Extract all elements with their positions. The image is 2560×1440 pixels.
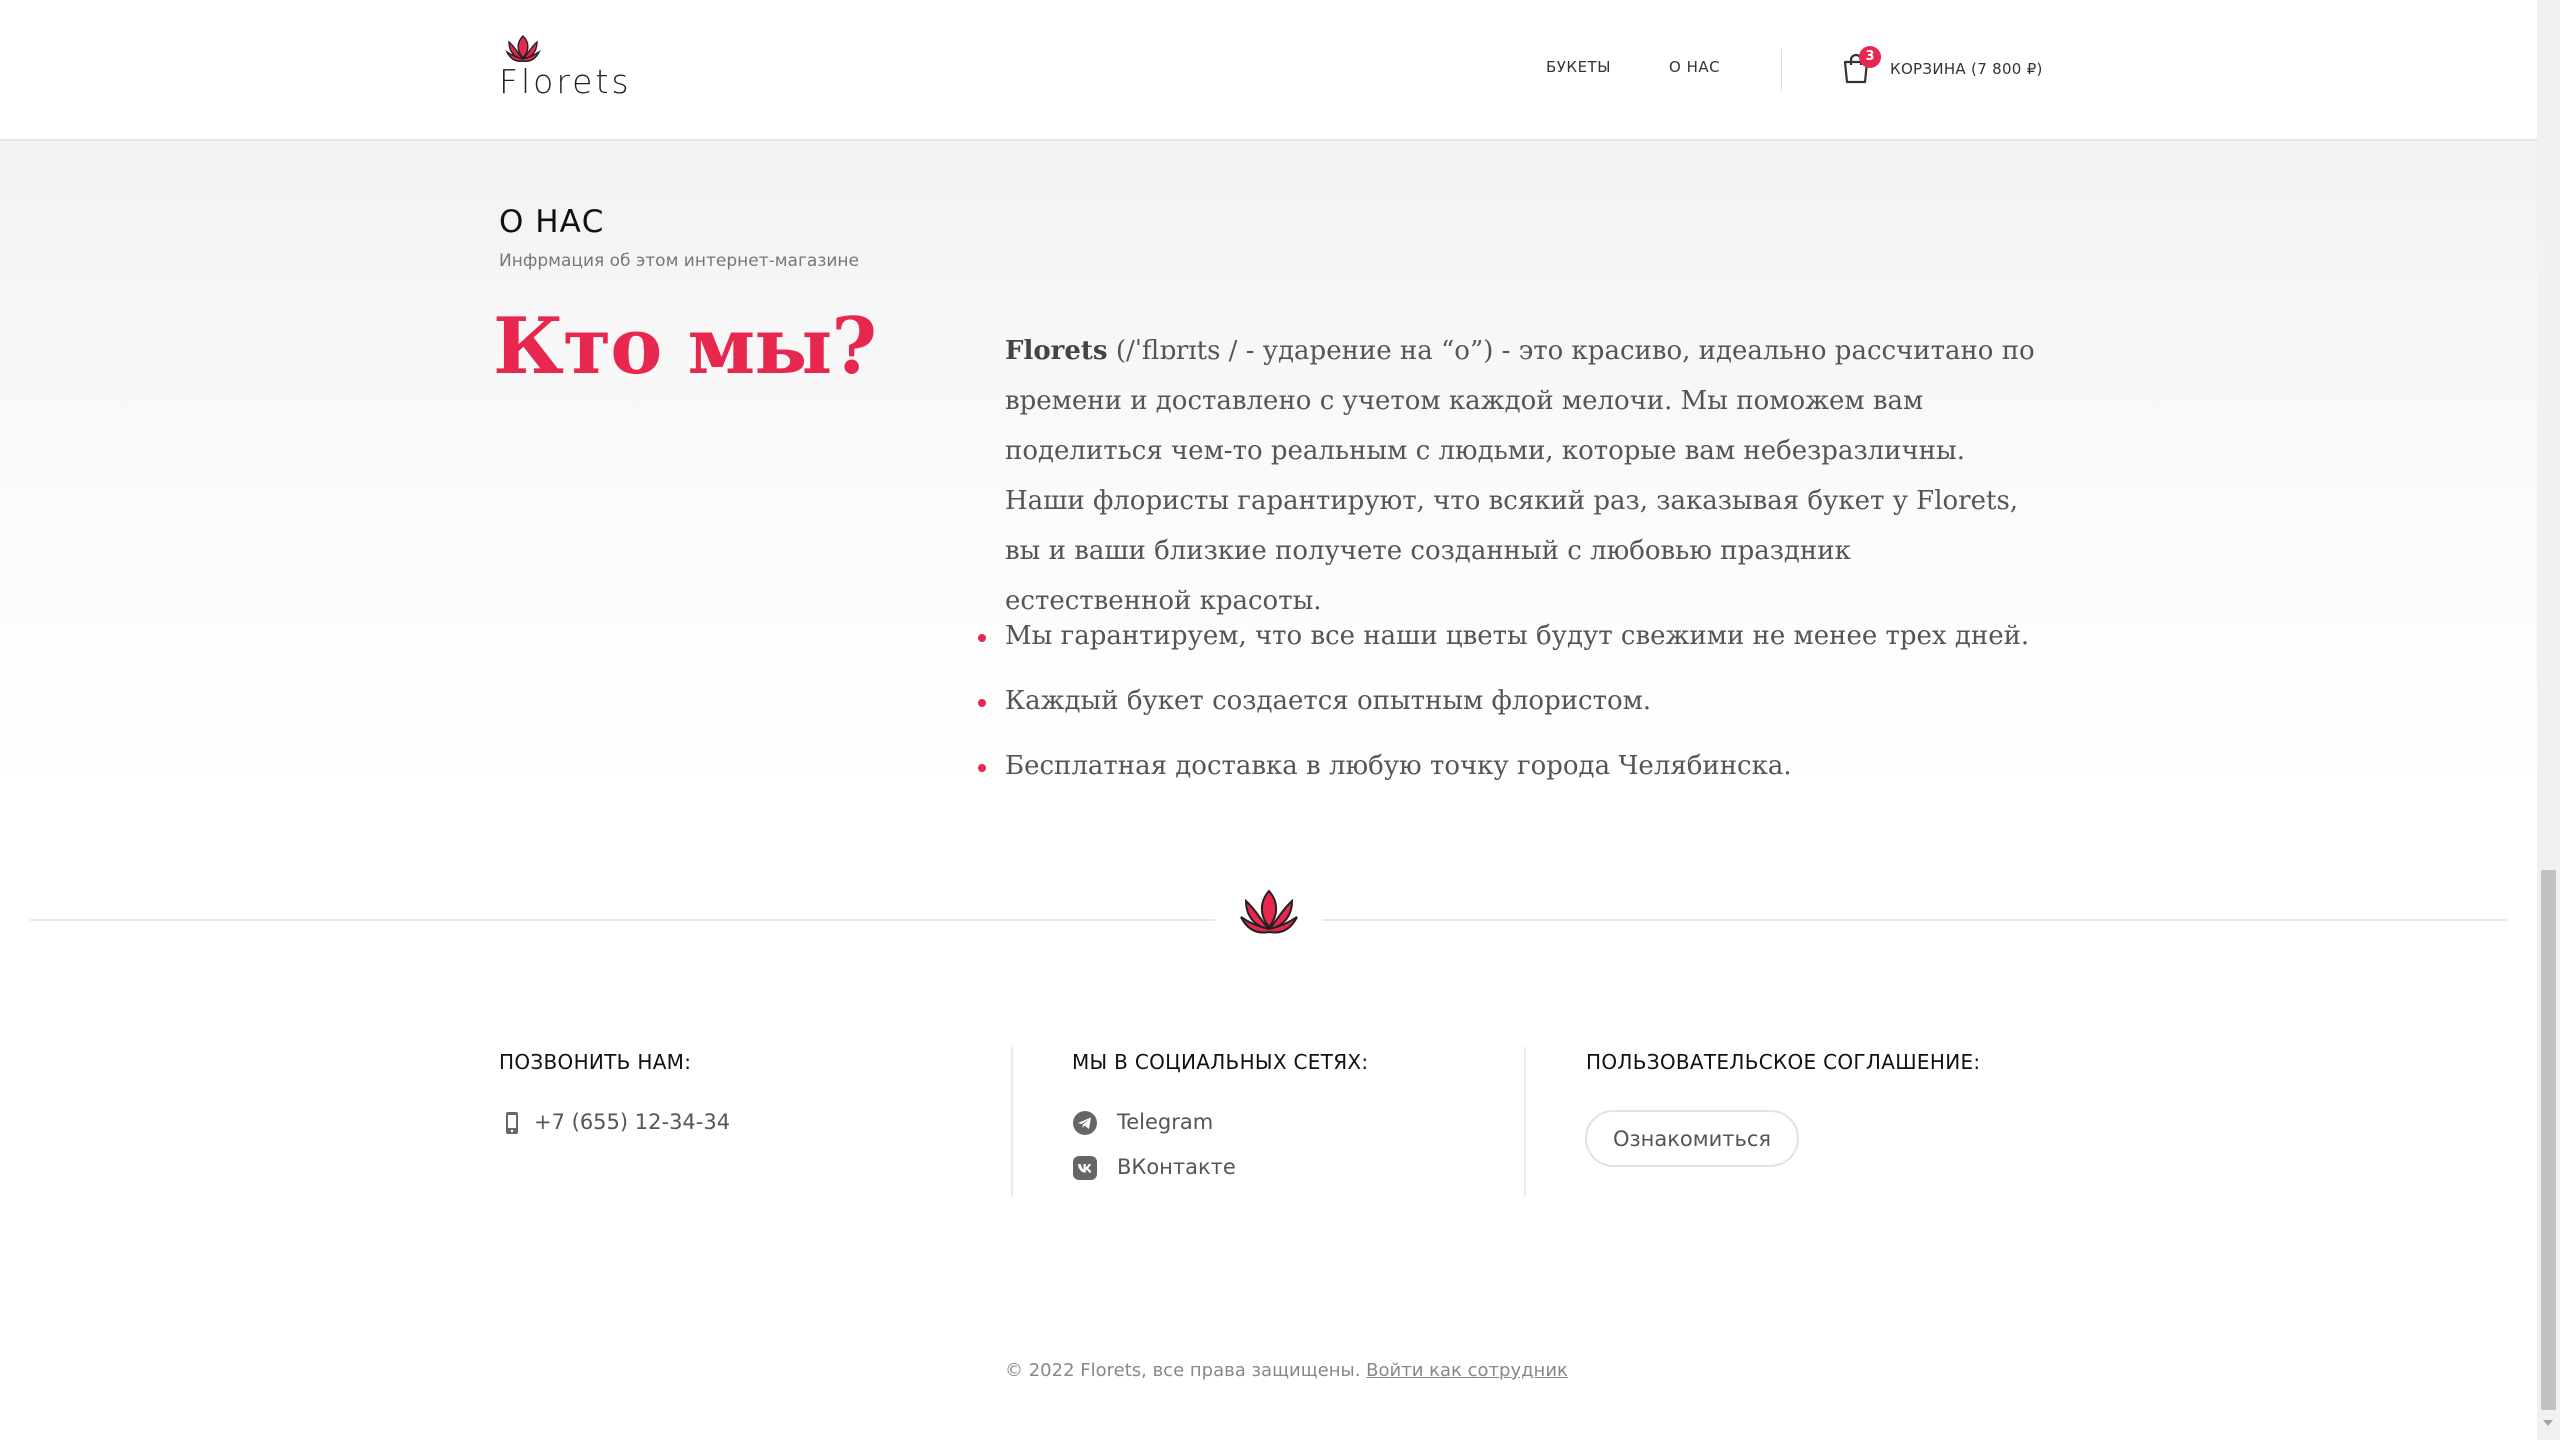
vk-link[interactable]: ВКонтакте (1117, 1155, 1236, 1179)
about-description-text: (/ˈflɒrɪts / - ударение на “o”) - это кр… (1005, 336, 2035, 616)
scroll-down-arrow-icon[interactable] (2543, 1420, 2553, 1426)
copyright-text: © 2022 Florets, все права защищены. (1005, 1360, 1367, 1381)
vk-icon (1073, 1156, 1097, 1180)
benefit-item: Каждый букет создается опытным флористом… (977, 684, 2029, 749)
employee-login-link[interactable]: Войти как сотрудник (1366, 1360, 1568, 1381)
page-title: О НАС (499, 204, 605, 240)
about-description: Florets (/ˈflɒrɪts / - ударение на “o”) … (1005, 326, 2035, 626)
terms-title: ПОЛЬЗОВАТЕЛЬСКОЕ СОГЛАШЕНИЕ: (1586, 1050, 1981, 1074)
scrollbar-thumb[interactable] (2541, 870, 2556, 1410)
benefits-list: Мы гарантируем, что все наши цветы будут… (977, 619, 2029, 814)
brand-name: Florets (1005, 336, 1108, 366)
footer-column-separator (1524, 1047, 1526, 1197)
footer-divider-right (1322, 919, 2507, 921)
cart-count-badge: 3 (1859, 46, 1881, 68)
logo-text: Florets (499, 62, 632, 101)
page-subtitle: Инфрмация об этом интернет-магазине (499, 251, 859, 271)
lotus-divider-icon (1240, 889, 1298, 934)
social-title: МЫ В СОЦИАЛЬНЫХ СЕТЯХ: (1072, 1050, 1369, 1074)
phone-number-link[interactable]: +7 (655) 12-34-34 (534, 1110, 730, 1134)
site-logo[interactable]: Florets (499, 34, 629, 104)
telegram-icon (1073, 1111, 1097, 1135)
page-scrollbar[interactable] (2537, 0, 2560, 1440)
footer-column-separator (1011, 1047, 1013, 1197)
view-terms-button[interactable]: Ознакомиться (1585, 1110, 1799, 1167)
about-section: О НАС Инфрмация об этом интернет-магазин… (0, 141, 2537, 801)
call-us-title: ПОЗВОНИТЬ НАМ: (499, 1050, 692, 1074)
footer-divider-left (30, 919, 1215, 921)
who-we-are-heading: Кто мы? (493, 301, 877, 392)
nav-about[interactable]: О НАС (1669, 58, 1720, 76)
copyright: © 2022 Florets, все права защищены. Войт… (1005, 1360, 1568, 1381)
benefit-item: Бесплатная доставка в любую точку города… (977, 749, 2029, 814)
telegram-link[interactable]: Telegram (1117, 1110, 1213, 1134)
phone-icon (506, 1112, 518, 1134)
site-header: Florets БУКЕТЫ О НАС 3 КОРЗИНА (7 800 ₽) (0, 0, 2537, 141)
nav-bouquets[interactable]: БУКЕТЫ (1546, 58, 1611, 76)
benefit-item: Мы гарантируем, что все наши цветы будут… (977, 619, 2029, 684)
cart-link[interactable]: 3 КОРЗИНА (7 800 ₽) (1841, 44, 2043, 88)
nav-divider (1781, 49, 1782, 91)
cart-label: КОРЗИНА (7 800 ₽) (1890, 60, 2043, 78)
